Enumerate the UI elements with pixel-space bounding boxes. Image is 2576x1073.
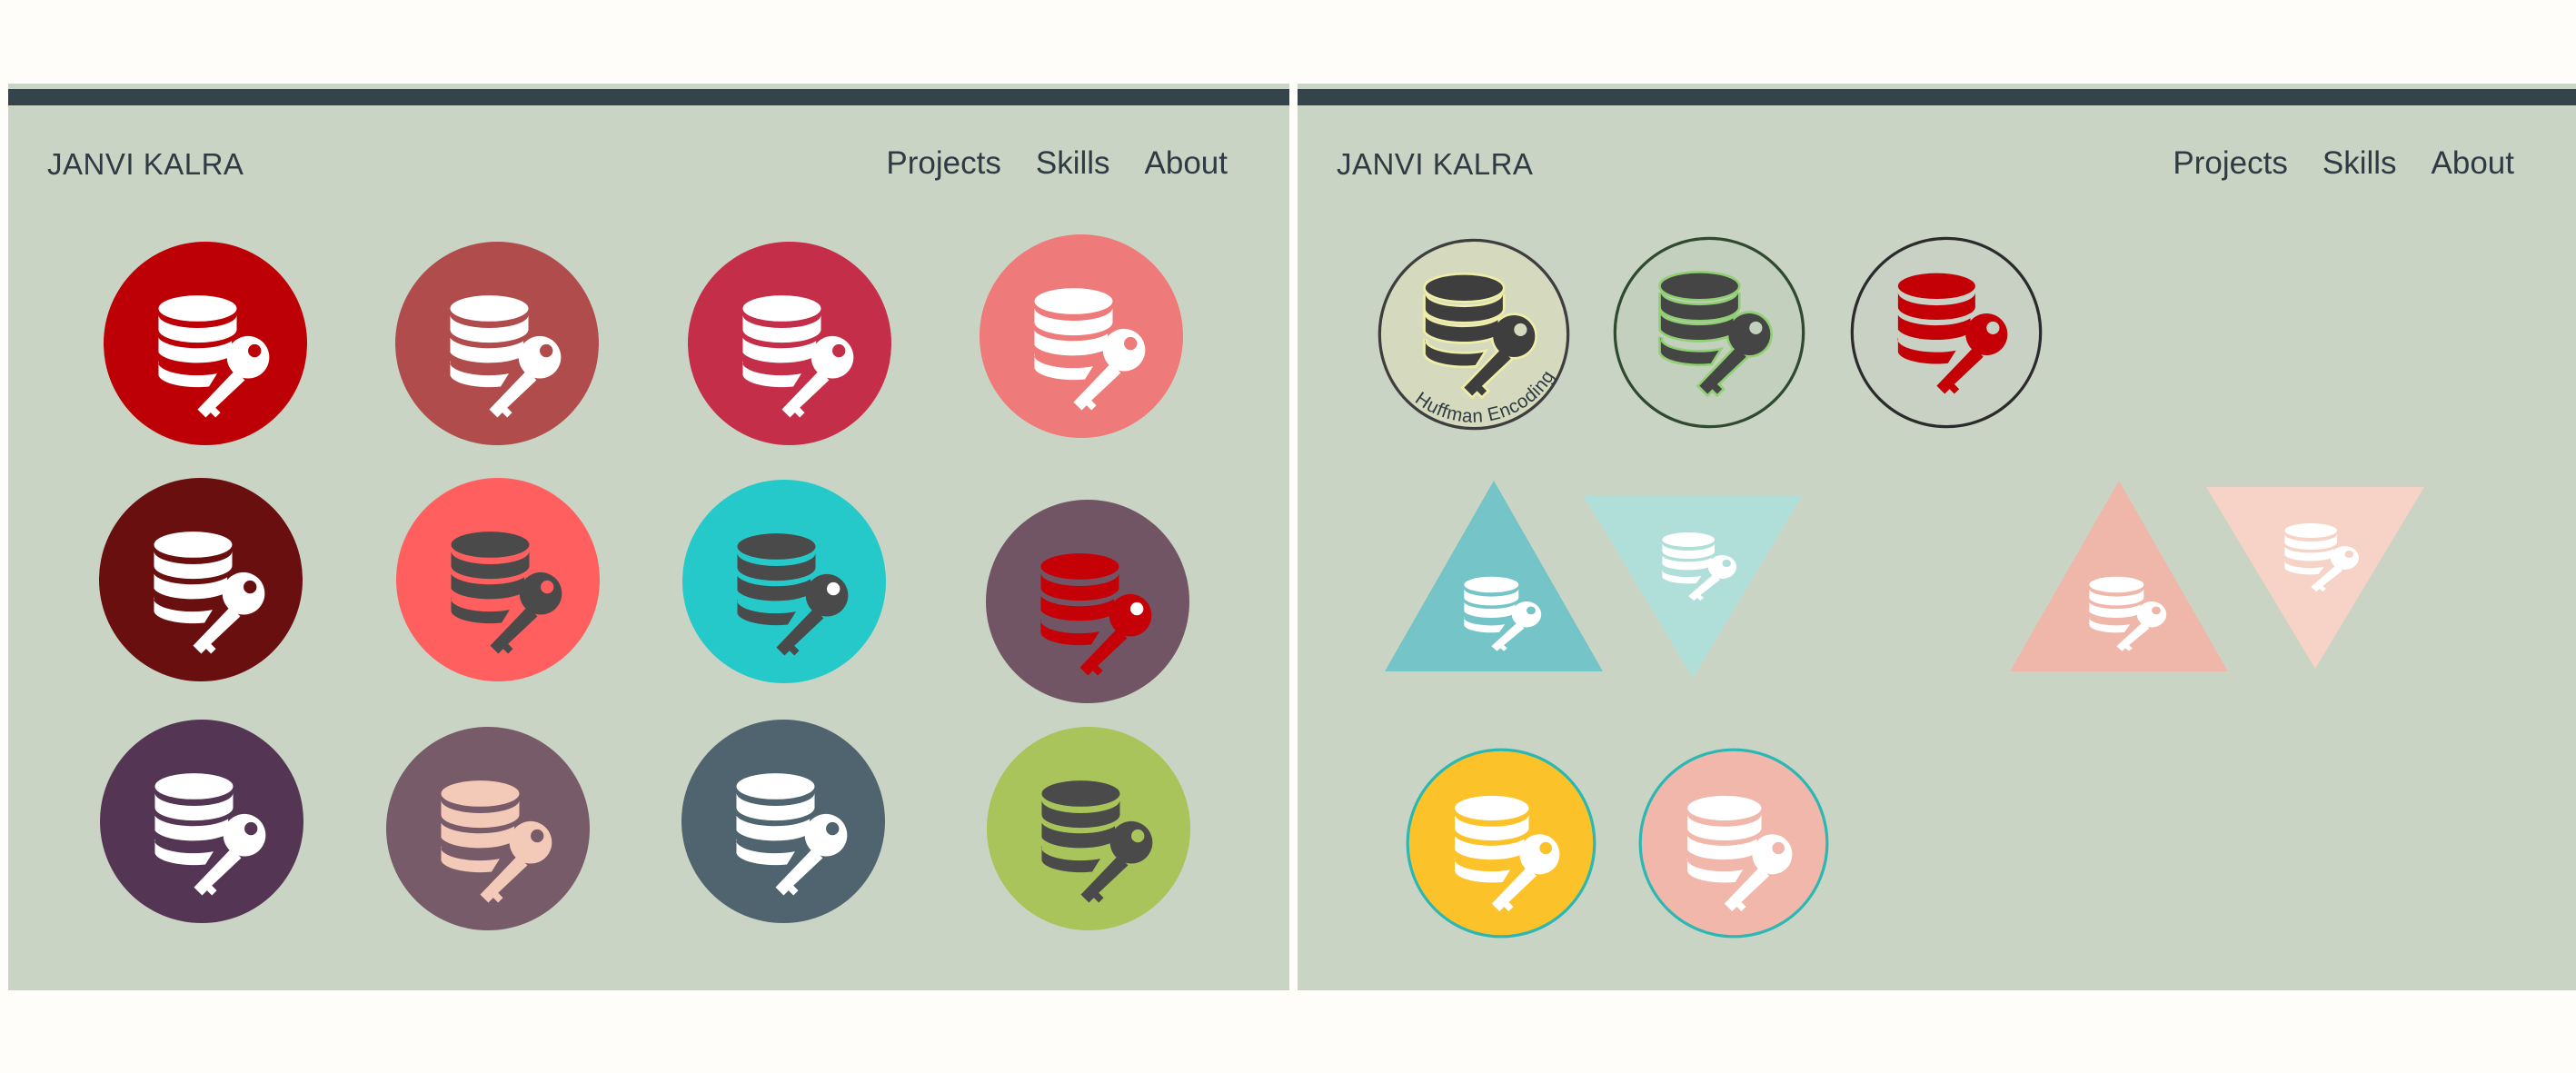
- database-key-icon[interactable]: [2206, 487, 2424, 669]
- database-key-icon[interactable]: [2010, 481, 2228, 671]
- top-bar: [8, 89, 1289, 105]
- icon-triangle-bg: [2010, 481, 2228, 671]
- icon-triangle-bg: [1385, 481, 1603, 671]
- nav-link-about[interactable]: About: [1145, 145, 1228, 182]
- database-key-icon[interactable]: [99, 478, 303, 681]
- database-key-icon[interactable]: [986, 500, 1189, 703]
- top-bar: [1298, 89, 2576, 105]
- database-key-icon[interactable]: [1405, 747, 1597, 939]
- brand-logo-text[interactable]: JANVI KALRA: [47, 147, 244, 182]
- icon-triangle-bg: [1584, 496, 1802, 678]
- icon-triangle-bg: [2206, 487, 2424, 669]
- nav-menu: Projects Skills About: [2138, 145, 2514, 182]
- database-key-icon[interactable]: [104, 242, 307, 445]
- nav-link-about[interactable]: About: [2432, 145, 2514, 182]
- database-key-icon[interactable]: [386, 727, 590, 930]
- brand-logo-text[interactable]: JANVI KALRA: [1337, 147, 1533, 182]
- database-key-icon[interactable]: [1385, 481, 1603, 671]
- nav-menu: Projects Skills About: [851, 145, 1228, 182]
- huffman-encoding-icon[interactable]: Huffman Encoding: [1376, 236, 1572, 432]
- database-key-icon[interactable]: [396, 478, 600, 681]
- database-key-icon[interactable]: [100, 720, 303, 923]
- database-key-icon[interactable]: [1637, 747, 1830, 939]
- left-screen-panel: JANVI KALRA Projects Skills About: [8, 84, 1289, 990]
- right-screen-panel: JANVI KALRA Projects Skills About Huffma…: [1298, 84, 2576, 990]
- database-key-icon[interactable]: [1611, 234, 1807, 431]
- database-key-icon[interactable]: [1848, 234, 2044, 431]
- database-key-icon[interactable]: [395, 242, 599, 445]
- nav-link-projects[interactable]: Projects: [2173, 145, 2287, 182]
- database-key-icon[interactable]: [682, 480, 886, 683]
- database-key-icon[interactable]: [681, 720, 885, 923]
- nav-link-projects[interactable]: Projects: [886, 145, 1000, 182]
- database-key-icon[interactable]: [987, 727, 1190, 930]
- database-key-icon[interactable]: [688, 242, 891, 445]
- nav-link-skills[interactable]: Skills: [2322, 145, 2397, 182]
- database-key-icon[interactable]: [1584, 496, 1802, 678]
- nav-link-skills[interactable]: Skills: [1036, 145, 1110, 182]
- database-key-icon[interactable]: [980, 234, 1183, 438]
